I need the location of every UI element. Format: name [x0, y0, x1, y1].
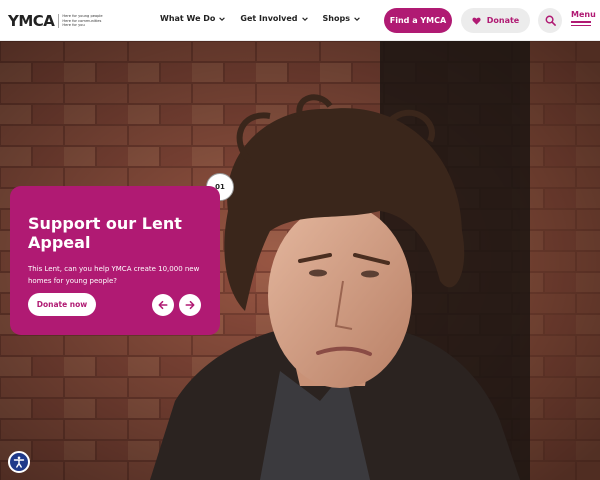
- donate-label: Donate: [486, 16, 520, 25]
- next-slide-button[interactable]: [179, 294, 201, 316]
- find-a-ymca-button[interactable]: Find a YMCA: [384, 8, 452, 33]
- menu-icon: [571, 21, 591, 26]
- chevron-down-icon: [354, 16, 360, 21]
- promo-body: This Lent, can you help YMCA create 10,0…: [28, 265, 200, 285]
- main-nav: What We Do Get Involved Shops: [160, 14, 361, 23]
- accessibility-icon: [13, 456, 25, 468]
- tagline-line: Here for you: [62, 23, 85, 28]
- nav-item-label: Shops: [322, 14, 350, 23]
- arrow-right-icon: [185, 300, 195, 310]
- promo-card: Support our Lent Appeal This Lent, can y…: [10, 186, 220, 335]
- nav-item-get-involved[interactable]: Get Involved: [240, 14, 308, 23]
- search-button[interactable]: [538, 8, 562, 33]
- hero-banner: 01 Support our Lent Appeal This Lent, ca…: [0, 41, 600, 480]
- donate-button[interactable]: Donate: [461, 8, 530, 33]
- search-icon: [545, 15, 556, 26]
- heart-icon: [472, 17, 481, 25]
- logo-wordmark: YMCA: [8, 12, 55, 30]
- donate-now-button[interactable]: Donate now: [28, 293, 96, 316]
- site-header: YMCA Here for young people Here for comm…: [0, 0, 600, 41]
- menu-button[interactable]: Menu: [571, 10, 596, 26]
- logo-tagline: Here for young people Here for communiti…: [58, 14, 103, 28]
- nav-item-label: Get Involved: [240, 14, 298, 23]
- chevron-down-icon: [219, 16, 226, 21]
- arrow-left-icon: [158, 300, 168, 310]
- previous-slide-button[interactable]: [152, 294, 174, 316]
- promo-title: Support our Lent Appeal: [28, 214, 182, 252]
- accessibility-button[interactable]: [8, 451, 30, 473]
- nav-item-shops[interactable]: Shops: [323, 14, 361, 23]
- menu-label: Menu: [571, 10, 596, 19]
- ymca-logo[interactable]: YMCA Here for young people Here for comm…: [8, 12, 103, 30]
- nav-item-label: What We Do: [160, 14, 216, 23]
- nav-item-what-we-do[interactable]: What We Do: [160, 14, 226, 23]
- chevron-down-icon: [301, 16, 308, 21]
